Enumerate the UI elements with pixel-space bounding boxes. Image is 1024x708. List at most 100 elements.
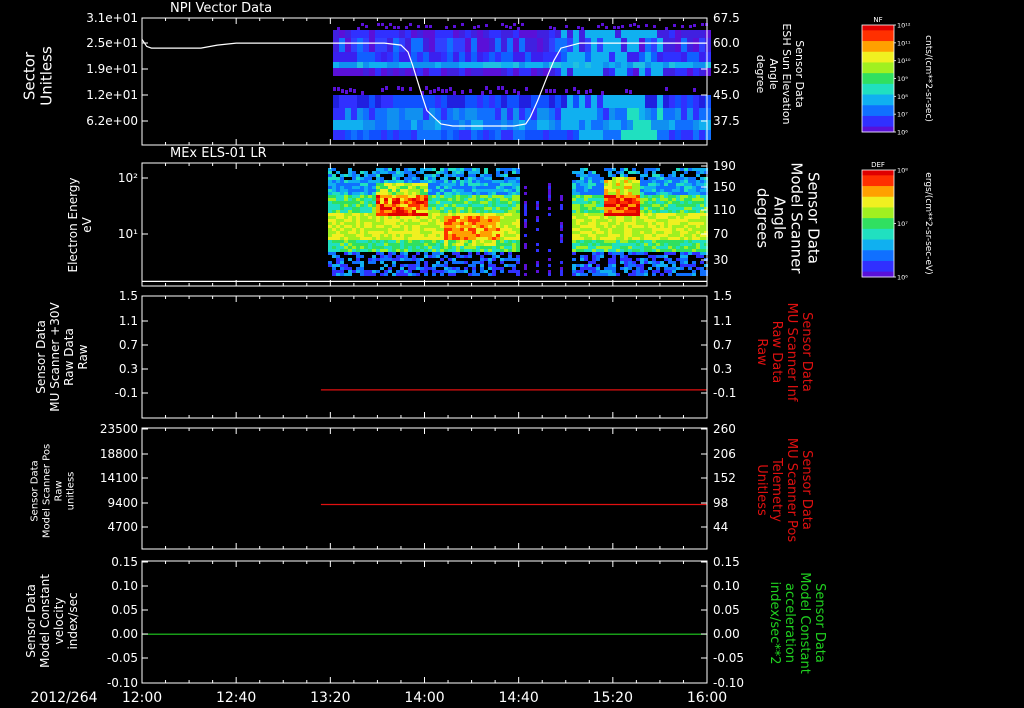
spectrogram-cell [444, 204, 448, 207]
spectrogram-cell [376, 228, 380, 231]
spectrogram-cell [464, 243, 468, 246]
spectrogram-cell [576, 192, 580, 195]
spectrogram-cell [656, 264, 660, 267]
spectrogram-cell [380, 261, 384, 264]
spectrogram-cell [580, 204, 584, 207]
spectrogram-cell [620, 168, 624, 171]
spectrogram-cell [668, 210, 672, 213]
spectrogram-cell [448, 219, 452, 222]
spectrogram-cell [645, 130, 651, 140]
spectrogram-cell [444, 195, 448, 198]
spectrogram-cell [621, 68, 627, 76]
spectrogram-cell [537, 130, 543, 140]
spectrogram-cell [348, 189, 352, 192]
left-tick-label: 9400 [107, 496, 138, 510]
spectrogram-cell [680, 246, 684, 249]
spectrogram-cell [368, 186, 372, 189]
els-colorbar: DEF10⁸10⁷10⁶ergs/(cm**2-sr-sec-eV) [861, 161, 933, 282]
spectrogram-cell [580, 195, 584, 198]
spectrogram-cell [516, 213, 520, 216]
spectrogram-cell [453, 120, 459, 130]
spectrogram-cell [676, 216, 680, 219]
spectrogram-cell [420, 228, 424, 231]
spectrogram-cell [684, 219, 688, 222]
spectrogram-cell [465, 62, 471, 68]
spectrogram-cell [423, 52, 429, 62]
spectrogram-cell [640, 216, 644, 219]
spectrogram-cell [657, 68, 663, 76]
spectrogram-cell [460, 204, 464, 207]
spectrogram-cell [352, 189, 356, 192]
y-axis-label-left-line: Sensor Data [24, 584, 38, 658]
spectrogram-cell [584, 243, 588, 246]
spectrogram-cell [340, 237, 344, 240]
spectrogram-cell [636, 228, 640, 231]
spectrogram-cell [400, 237, 404, 240]
spectrogram-cell [356, 228, 360, 231]
spectrogram-cell [408, 216, 412, 219]
spectrogram-cell [584, 183, 588, 186]
spectrogram-cell [416, 213, 420, 216]
spectrogram-cell [592, 261, 596, 264]
spectrogram-cell [417, 38, 423, 52]
spectrogram-cell [636, 249, 640, 252]
spectrogram-cell [388, 204, 392, 207]
spectrogram-cell [428, 180, 432, 183]
spectrogram-cell [660, 195, 664, 198]
spectrogram-cell [508, 234, 512, 237]
spectrogram-cell [696, 237, 700, 240]
spectrogram-cell [464, 231, 468, 234]
spectrogram-cell [612, 204, 616, 207]
spectrogram-cell [645, 95, 651, 108]
spectrogram-cell [684, 228, 688, 231]
spectrogram-cell [584, 198, 588, 201]
spectrogram-cell [500, 195, 504, 198]
spectrogram-cell [664, 189, 668, 192]
spectrogram-cell [572, 192, 576, 195]
spectrogram-cell [576, 195, 580, 198]
spectrogram-cell [576, 273, 580, 276]
spectrogram-cell [684, 204, 688, 207]
spectrogram-cell [424, 198, 428, 201]
spectrogram-cell [456, 240, 460, 243]
spectrogram-cell [412, 207, 416, 210]
left-tick-label: -0.05 [107, 651, 138, 665]
spectrogram-cell [628, 183, 632, 186]
spectrogram-cell [688, 183, 692, 186]
spectrogram-cell [680, 201, 684, 204]
spectrogram-cell [668, 249, 672, 252]
spectrogram-cell [620, 228, 624, 231]
spectrogram-cell [513, 108, 519, 120]
spectrogram-cell [652, 264, 656, 267]
spectrogram-cell [408, 258, 412, 261]
spectrogram-cell [576, 186, 580, 189]
spectrogram-cell [516, 273, 520, 276]
spectrogram-cell [648, 201, 652, 204]
spectrogram-cell [492, 192, 496, 195]
spectrogram-cell [476, 225, 480, 228]
spectrogram-cell [396, 210, 400, 213]
spectrogram-cell [592, 234, 596, 237]
spectrogram-cell [372, 273, 376, 276]
spectrogram-cell [472, 231, 476, 234]
right-tick-label: 0.10 [713, 579, 740, 593]
spectrogram-cell [508, 216, 512, 219]
spectrogram-cell [543, 120, 549, 130]
spectrogram-cell [573, 52, 579, 62]
spectrogram-cell [484, 231, 488, 234]
spectrogram-cell [444, 192, 448, 195]
spectrogram-cell [597, 108, 603, 120]
spectrogram-cell [615, 120, 621, 130]
spectrogram-cell [672, 219, 676, 222]
spectrogram-cell [420, 168, 424, 171]
spectrogram-cell [344, 228, 348, 231]
spectrogram-cell [572, 231, 576, 234]
spectrogram-cell [380, 216, 384, 219]
spectrogram-cell [639, 30, 645, 38]
spectrogram-cell [516, 216, 520, 219]
spectrogram-cell [576, 246, 580, 249]
spectrogram-cell [417, 62, 423, 68]
spectrogram-cell [588, 183, 592, 186]
spectrogram-cell [632, 222, 636, 225]
spectrogram-cell [332, 195, 336, 198]
